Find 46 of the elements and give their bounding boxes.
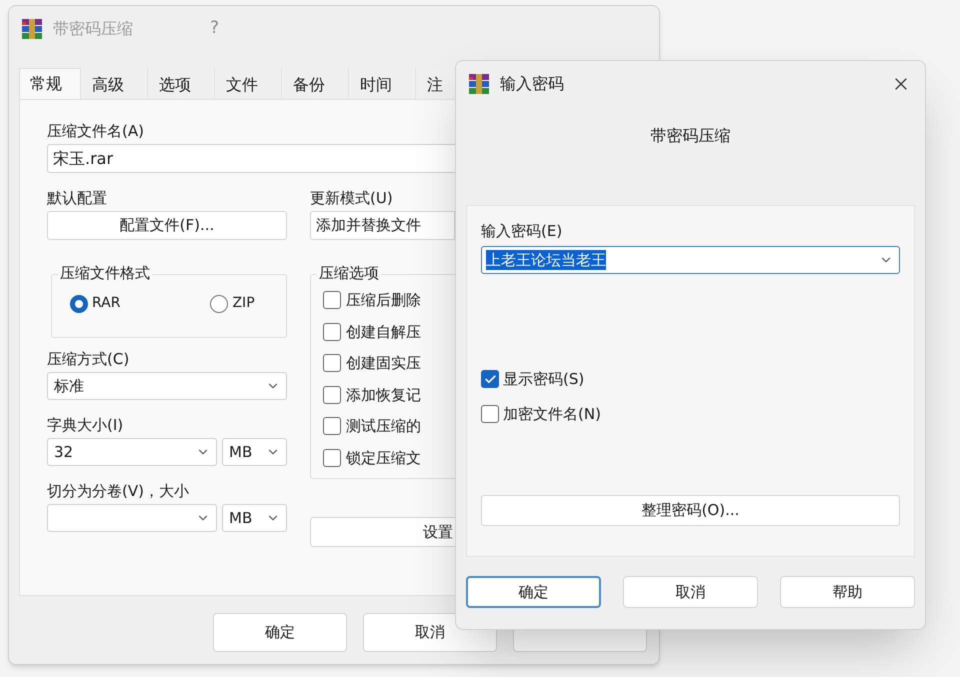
dialog-button[interactable]: 帮助 (780, 576, 915, 608)
dialog-heading: 带密码压缩 (650, 125, 730, 147)
field-label: 压缩方式(C) (47, 349, 130, 370)
window-title: 带密码压缩 (53, 18, 133, 40)
dictionary-dropdown[interactable]: 32 (47, 438, 217, 466)
checkbox[interactable] (323, 291, 341, 310)
dialog-button[interactable]: 确定 (213, 613, 347, 652)
field-label: 字典大小(I) (47, 415, 124, 436)
checkbox-label: 加密文件名(N) (503, 404, 601, 424)
radio-button[interactable]: ZIP (210, 293, 255, 314)
profile-button[interactable]: 配置文件(F)... (47, 211, 287, 240)
check-icon (484, 372, 496, 386)
archive-icon (468, 72, 490, 94)
method-dropdown[interactable]: 标准 (47, 372, 287, 400)
checkbox[interactable] (323, 322, 341, 341)
field-label: 更新模式(U) (310, 188, 394, 209)
radio-button[interactable]: RAR (70, 293, 120, 314)
dialog-button[interactable]: 确定 (466, 576, 601, 608)
checkbox-label: 创建自解压 (346, 322, 421, 342)
checkbox-label: 添加恢复记 (346, 384, 421, 406)
checkbox[interactable] (481, 370, 499, 388)
organize-button[interactable]: 整理密码(O)... (481, 495, 900, 526)
field-label: 输入密码(E) (481, 221, 564, 242)
checkbox-label: 显示密码(S) (503, 369, 584, 390)
checkbox[interactable] (323, 354, 341, 372)
checkbox-label: 测试压缩的 (346, 416, 421, 437)
tab[interactable]: 常规 (19, 68, 81, 99)
checkbox-label: 创建固实压 (346, 353, 421, 374)
field-label: 压缩文件名(A) (47, 121, 145, 142)
dialog-button[interactable]: 取消 (623, 576, 758, 608)
archive-icon (21, 18, 43, 40)
password-field[interactable]: 上老王论坛当老王 (481, 246, 900, 274)
window-title: 输入密码 (500, 72, 564, 94)
checkbox[interactable] (481, 404, 499, 423)
field-label: 默认配置 (47, 188, 108, 209)
unit-dropdown[interactable]: MB (222, 504, 287, 532)
unit-dropdown[interactable]: MB (222, 438, 287, 466)
password-value: 上老王论坛当老王 (486, 250, 606, 270)
update-mode-dropdown[interactable]: 添加并替换文件 (310, 211, 455, 240)
checkbox[interactable] (323, 448, 341, 467)
settings-button[interactable]: 设置 (310, 517, 455, 547)
checkbox-label: 锁定压缩文 (346, 448, 421, 468)
checkbox[interactable] (323, 386, 341, 404)
field-label: 切分为分卷(V)，大小 (47, 481, 190, 502)
checkbox-label: 压缩后删除 (346, 290, 421, 311)
checkbox[interactable] (323, 417, 341, 436)
